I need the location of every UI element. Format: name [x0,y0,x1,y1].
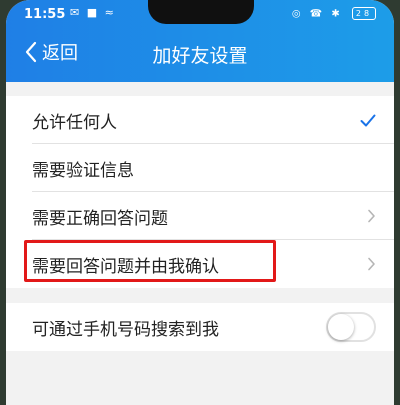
option-label: 需要正确回答问题 [32,208,168,229]
phone-search-toggle[interactable] [326,312,376,342]
option-label: 允许任何人 [32,112,117,133]
chevron-right-icon [368,257,375,271]
toggle-knob [328,314,354,340]
status-icons-left: ✉ ■ ≈ [70,6,116,19]
option-allow-anyone[interactable]: 允许任何人 [6,96,394,144]
option-label: 需要验证信息 [32,160,134,181]
phone-search-setting: 可通过手机号码搜索到我 [6,303,394,351]
highlight-box [24,240,276,282]
page-background [6,351,394,405]
phone-search-row: 可通过手机号码搜索到我 [6,303,394,351]
checkmark-icon [360,114,376,126]
option-answer-question[interactable]: 需要正确回答问题 [6,192,394,240]
battery-icon: 28 [352,7,376,20]
status-time: 11:55 [24,7,66,22]
camera-notch [148,0,254,24]
status-icons-right: ◎ ☎ ✱ 28 [292,7,376,20]
app-header: 11:55 ✉ ■ ≈ ◎ ☎ ✱ 28 返回 加好友设置 [6,0,394,82]
chevron-right-icon [368,209,375,223]
option-require-verification[interactable]: 需要验证信息 [6,144,394,192]
phone-search-label: 可通过手机号码搜索到我 [32,319,219,340]
phone-screen: 11:55 ✉ ■ ≈ ◎ ☎ ✱ 28 返回 加好友设置 允许任何人 需要验证… [6,0,394,405]
page-title: 加好友设置 [152,45,248,67]
system-icons: ◎ ☎ ✱ [291,8,343,20]
